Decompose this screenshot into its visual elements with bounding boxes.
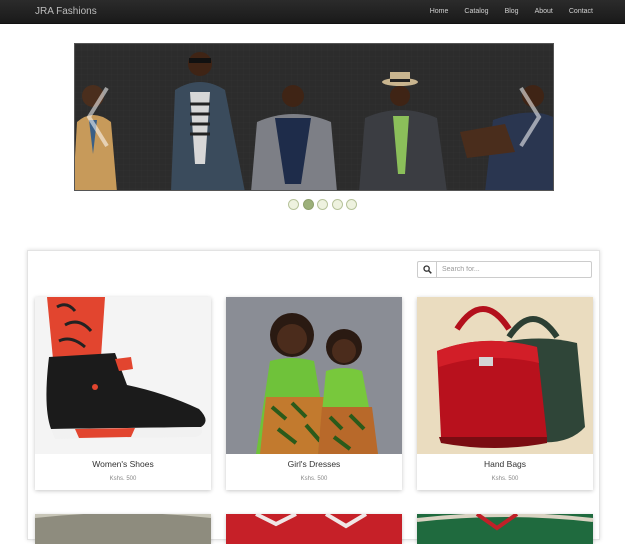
product-title: Hand Bags [483, 459, 527, 469]
chevron-right-icon [519, 86, 542, 148]
product-title: Women's Shoes [92, 459, 154, 469]
nav-about[interactable]: About [535, 8, 553, 15]
carousel-dot-2[interactable] [302, 199, 314, 210]
product-card-row2-3[interactable] [417, 514, 593, 544]
carousel-dot-3[interactable] [317, 199, 328, 210]
product-card-girls-dresses[interactable]: Girl's Dresses Kshs. 500 [226, 297, 402, 490]
carousel-next-button[interactable] [515, 86, 545, 148]
navbar: JRA Fashions Home Catalog Blog About Con… [0, 0, 625, 24]
product-card-womens-shoes[interactable]: Women's Shoes Kshs. 500 [35, 297, 211, 490]
product-image [417, 514, 593, 544]
carousel-prev-button[interactable] [83, 86, 113, 148]
product-image [226, 514, 402, 544]
nav-links: Home Catalog Blog About Contact [414, 8, 593, 15]
carousel-dot-4[interactable] [331, 199, 343, 210]
search-input[interactable] [436, 261, 592, 278]
nav-catalog[interactable]: Catalog [464, 8, 488, 15]
brand-logo[interactable]: JRA Fashions [35, 6, 97, 17]
product-price: Kshs. 500 [109, 476, 137, 482]
product-price: Kshs. 500 [491, 476, 519, 482]
product-image [417, 297, 593, 454]
carousel-dot-1[interactable] [288, 199, 299, 210]
search-icon [422, 265, 432, 274]
search-button[interactable] [417, 261, 437, 278]
product-card-row2-1[interactable] [35, 514, 211, 544]
product-card-hand-bags[interactable]: Hand Bags Kshs. 500 [417, 297, 593, 490]
product-price: Kshs. 500 [300, 476, 328, 482]
hero-carousel [74, 43, 554, 191]
product-image [35, 297, 211, 454]
catalog-panel: Women's Shoes Kshs. 500 Girl's Dresses K… [27, 250, 600, 544]
carousel-indicators [288, 199, 361, 210]
nav-home[interactable]: Home [430, 8, 449, 15]
chevron-left-icon [86, 86, 109, 148]
nav-contact[interactable]: Contact [569, 8, 593, 15]
carousel-dot-5[interactable] [346, 199, 357, 210]
product-title: Girl's Dresses [287, 459, 341, 469]
product-card-row2-2[interactable] [226, 514, 402, 544]
carousel-slide-image [75, 44, 553, 190]
product-image [35, 514, 211, 544]
product-image [226, 297, 402, 454]
nav-blog[interactable]: Blog [505, 8, 519, 15]
